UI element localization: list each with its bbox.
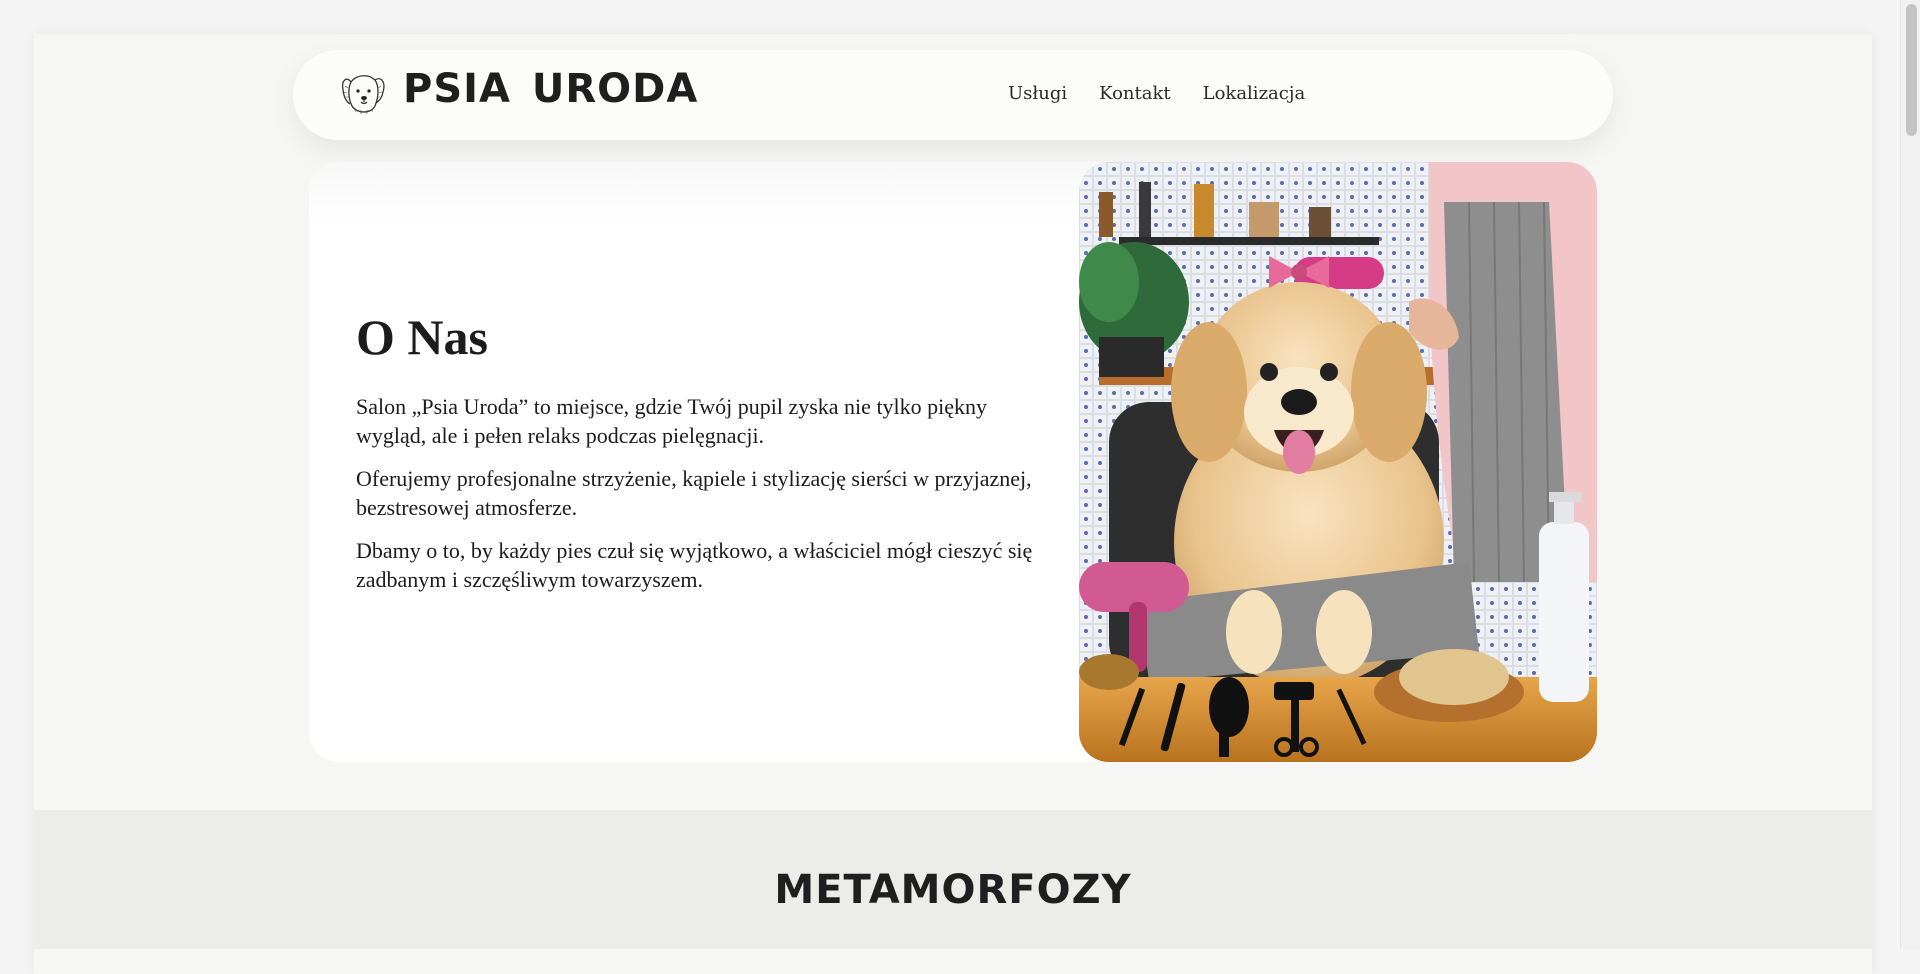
vertical-scrollbar[interactable]	[1900, 0, 1920, 949]
about-title: O Nas	[356, 309, 488, 365]
grooming-dog-image	[1079, 162, 1597, 762]
nav-link-kontakt[interactable]: Kontakt	[1099, 83, 1171, 104]
main-nav: Usługi Kontakt Lokalizacja	[1008, 83, 1305, 104]
about-section: O Nas Salon „Psia Uroda” to miejsce, gdz…	[309, 162, 1597, 762]
about-paragraph: Dbamy o to, by każdy pies czuł się wyjąt…	[356, 538, 1033, 592]
about-paragraph: Salon „Psia Uroda” to miejsce, gdzie Twó…	[356, 394, 988, 448]
section-title: METAMORFOZY	[774, 867, 1132, 913]
site-header: PSIA URODA Usługi Kontakt Lokalizacja	[293, 50, 1613, 140]
nav-link-lokalizacja[interactable]: Lokalizacja	[1203, 83, 1306, 104]
metamorfozy-section: METAMORFOZY	[34, 810, 1872, 949]
dog-logo-icon[interactable]	[337, 68, 389, 120]
about-text-block: O Nas Salon „Psia Uroda” to miejsce, gdz…	[356, 312, 1046, 608]
brand-name[interactable]: PSIA URODA	[403, 66, 698, 112]
scrollbar-thumb[interactable]	[1906, 4, 1917, 136]
nav-link-uslugi[interactable]: Usługi	[1008, 83, 1067, 104]
about-paragraph: Oferujemy profesjonalne strzyżenie, kąpi…	[356, 466, 1032, 520]
